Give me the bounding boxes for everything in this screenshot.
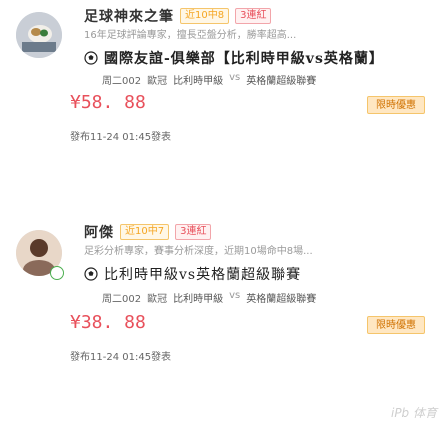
publish-time: 發布11-24 01:45發表 (70, 352, 172, 363)
match-title[interactable]: 比利時甲級vs英格蘭超級聯賽 (104, 264, 301, 284)
home-team: 比利時甲級 (173, 76, 224, 87)
price: ¥58. 88 (70, 92, 146, 113)
post-card[interactable]: 足球神來之筆 近10中8 3連紅 16年足球評論專家，擅長亞盤分析，勝率超高..… (0, 0, 445, 212)
football-icon (84, 267, 98, 281)
verified-badge-icon (50, 266, 64, 280)
vs-label: vs (229, 290, 241, 301)
match-id: 周二002 (102, 76, 142, 87)
hot-streak-tag: 3連紅 (235, 8, 272, 24)
promo-badge[interactable]: 限時優惠 (367, 96, 425, 114)
avatar-image (16, 12, 62, 58)
hot-streak-tag: 3連紅 (175, 224, 212, 240)
author-bio: 16年足球評論專家，擅長亞盤分析，勝率超高... (84, 30, 297, 41)
vs-label: vs (229, 72, 241, 83)
match-detail: 周二002 歐冠 比利時甲級 vs 英格蘭超級聯賽 (102, 72, 316, 87)
streak-tag: 近10中7 (120, 224, 170, 240)
price: ¥38. 88 (70, 312, 146, 333)
football-icon (84, 51, 98, 65)
league-name: 歐冠 (147, 76, 168, 87)
publish-time: 發布11-24 01:45發表 (70, 132, 172, 143)
author-name[interactable]: 阿傑 (84, 222, 114, 242)
promo-badge[interactable]: 限時優惠 (367, 316, 425, 334)
watermark-logo: iPb 体育 (390, 406, 437, 420)
league-name: 歐冠 (147, 294, 168, 305)
streak-tag: 近10中8 (180, 8, 230, 24)
away-team: 英格蘭超級聯賽 (246, 294, 317, 305)
avatar[interactable] (16, 12, 62, 58)
match-detail: 周二002 歐冠 比利時甲級 vs 英格蘭超級聯賽 (102, 290, 316, 305)
match-id: 周二002 (102, 294, 142, 305)
match-title[interactable]: 國際友誼-俱樂部【比利時甲級vs英格蘭】 (104, 48, 384, 68)
home-team: 比利時甲級 (173, 294, 224, 305)
away-team: 英格蘭超級聯賽 (246, 76, 317, 87)
author-bio: 足彩分析專家，賽事分析深度，近期10場命中8場... (84, 246, 313, 257)
author-name[interactable]: 足球神來之筆 (84, 6, 174, 26)
post-card[interactable]: 阿傑 近10中7 3連紅 足彩分析專家，賽事分析深度，近期10場命中8場... … (0, 212, 445, 425)
